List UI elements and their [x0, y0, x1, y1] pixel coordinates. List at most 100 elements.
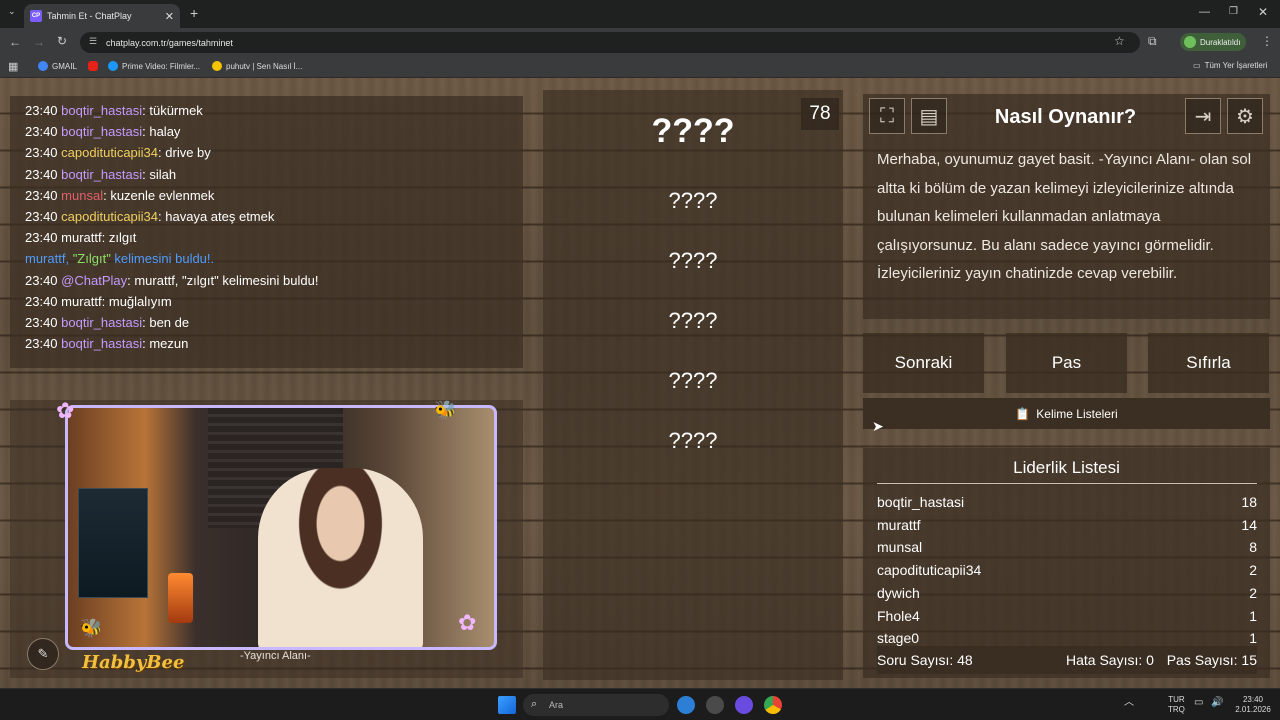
- profile-avatar-icon: [1184, 36, 1196, 48]
- chat-username[interactable]: @ChatPlay: [61, 273, 127, 288]
- question-count: Soru Sayısı: 48: [877, 652, 973, 668]
- forward-arrow-icon[interactable]: →: [33, 35, 45, 49]
- profile-button[interactable]: Duraklatıldı: [1180, 33, 1246, 51]
- all-bookmarks-folder[interactable]: ▭ Tüm Yer İşaretleri: [1193, 61, 1267, 70]
- app-icon[interactable]: [706, 696, 724, 714]
- logout-button[interactable]: ⇥: [1185, 98, 1221, 134]
- leaderboard-row: dywich 2: [877, 585, 1257, 601]
- chat-message: 23:40 murattf: muğlalıyım: [25, 291, 508, 312]
- reset-button[interactable]: Sıfırla: [1148, 333, 1269, 393]
- windows-start-icon[interactable]: [498, 696, 516, 714]
- game-page: 23:40 boqtir_hastasi: tükürmek 23:40 boqt…: [0, 78, 1280, 688]
- how-to-play-panel: ⛶ ▤ Nasıl Oynanır? ⇥ ⚙ Merhaba, oyunumuz…: [863, 94, 1270, 319]
- chat-message: 23:40 @ChatPlay: murattf, "zılgıt" kelim…: [25, 270, 508, 291]
- all-bookmarks-label: Tüm Yer İşaretleri: [1204, 61, 1268, 70]
- bookmark-youtube[interactable]: [88, 61, 98, 71]
- chat-username[interactable]: boqtir_hastasi: [61, 124, 142, 139]
- close-tab-icon[interactable]: ✕: [165, 10, 174, 23]
- chat-timestamp: 23:40: [25, 187, 58, 203]
- chat-username[interactable]: capodituticapii34: [61, 209, 158, 224]
- bookmark-puhutv[interactable]: puhutv | Sen Nasıl İ...: [212, 61, 302, 71]
- edit-pen-button[interactable]: ✎: [27, 638, 59, 670]
- chat-username[interactable]: murattf: [61, 294, 101, 309]
- new-tab-plus-icon[interactable]: +: [190, 5, 198, 21]
- next-button[interactable]: Sonraki: [863, 333, 984, 393]
- language-bottom: TRQ: [1168, 705, 1185, 714]
- chrome-icon[interactable]: [764, 696, 782, 714]
- chat-username[interactable]: boqtir_hastasi: [61, 167, 142, 182]
- webcam-pc-case: [78, 488, 148, 598]
- search-icon: ⌕: [531, 698, 538, 710]
- app-icon[interactable]: [677, 696, 695, 714]
- back-arrow-icon[interactable]: ←: [9, 35, 21, 49]
- chatplay-favicon: CP: [30, 10, 42, 22]
- volume-icon[interactable]: 🔊: [1211, 698, 1223, 708]
- app-icon[interactable]: [735, 696, 753, 714]
- site-info-icon[interactable]: ☰: [89, 36, 97, 47]
- tray-chevron-up-icon[interactable]: ︿: [1124, 698, 1134, 708]
- mouse-cursor-icon: ➤: [872, 418, 884, 434]
- system-prefix: murattf,: [25, 251, 73, 267]
- windows-taskbar: ⌕ Ara ︿ TUR TRQ ▭ 🔊 23:40 2.01.2026: [0, 688, 1280, 720]
- network-icon[interactable]: ▭: [1194, 698, 1203, 708]
- bookmark-prime-video[interactable]: Prime Video: Filmler...: [108, 61, 200, 71]
- webcam-streamer: [258, 468, 423, 647]
- settings-button[interactable]: ⚙: [1227, 98, 1263, 134]
- language-indicator[interactable]: TUR TRQ: [1168, 695, 1185, 715]
- reload-icon[interactable]: ↻: [57, 34, 67, 48]
- word-lists-button[interactable]: 📋 Kelime Listeleri: [863, 398, 1270, 429]
- chat-message: 23:40 boqtir_hastasi: silah: [25, 164, 508, 185]
- profile-status-label: Duraklatıldı: [1200, 37, 1241, 47]
- restore-icon[interactable]: ❐: [1229, 6, 1238, 17]
- tab-list-chevron-icon[interactable]: ⌄: [8, 6, 16, 17]
- extensions-puzzle-icon[interactable]: ⧉: [1148, 34, 1157, 49]
- chat-timestamp: 23:40: [25, 230, 58, 246]
- clock-date: 2.01.2026: [1235, 705, 1271, 714]
- menu-kebab-icon[interactable]: ⋮: [1261, 34, 1273, 48]
- browser-tab[interactable]: CP Tahmin Et - ChatPlay ✕: [24, 4, 180, 28]
- chat-username[interactable]: boqtir_hastasi: [61, 336, 142, 351]
- main-word: ????: [651, 112, 735, 150]
- chat-username[interactable]: munsal: [61, 188, 103, 203]
- forbidden-word: ????: [668, 308, 718, 333]
- player-score: 1: [1249, 630, 1257, 647]
- fullscreen-button[interactable]: ⛶: [869, 98, 905, 134]
- chat-message: 23:40 boqtir_hastasi: halay: [25, 121, 508, 142]
- search-placeholder: Ara: [549, 700, 564, 710]
- error-count: Hata Sayısı: 0: [1066, 652, 1154, 668]
- bookmark-label: GMAIL: [52, 61, 77, 71]
- bee-decoration-icon: 🐝: [80, 618, 103, 638]
- clock[interactable]: 23:40 2.01.2026: [1232, 695, 1274, 715]
- pass-button[interactable]: Pas: [1006, 333, 1127, 393]
- how-to-play-text: Merhaba, oyunumuz gayet basit. -Yayıncı …: [877, 151, 1252, 282]
- notes-button[interactable]: ▤: [911, 98, 947, 134]
- close-window-icon[interactable]: ✕: [1258, 5, 1268, 19]
- chat-username[interactable]: boqtir_hastasi: [61, 315, 142, 330]
- chat-username[interactable]: capodituticapii34: [61, 145, 158, 160]
- url-field[interactable]: ☰ chatplay.com.tr/games/tahminet: [80, 32, 1140, 53]
- streamer-logo: HabbyBee: [82, 652, 185, 673]
- notes-icon: ▤: [919, 105, 939, 128]
- system-suffix: kelimesini buldu!.: [110, 251, 215, 267]
- chat-text: : murattf, "zılgıt" kelimesini buldu!: [127, 272, 319, 288]
- taskbar-search[interactable]: ⌕ Ara: [523, 694, 669, 716]
- clock-time: 23:40: [1242, 695, 1264, 704]
- bookmark-star-icon[interactable]: ☆: [1114, 34, 1125, 48]
- chat-timestamp: 23:40: [25, 336, 58, 352]
- system-message: murattf, "Zılgıt" kelimesini buldu!.: [25, 248, 508, 269]
- apps-grid-icon[interactable]: ▦: [8, 60, 18, 73]
- logout-icon: ⇥: [1194, 105, 1212, 128]
- bookmark-gmail[interactable]: GMAIL: [38, 61, 77, 71]
- chat-text: : silah: [142, 166, 177, 182]
- chat-username[interactable]: murattf: [61, 230, 101, 245]
- minimize-icon[interactable]: —: [1199, 6, 1210, 18]
- prime-icon: [108, 61, 118, 71]
- found-word: "Zılgıt": [72, 251, 111, 267]
- chat-username[interactable]: boqtir_hastasi: [61, 103, 142, 118]
- player-score: 2: [1249, 584, 1257, 601]
- chat-message: 23:40 munsal: kuzenle evlenmek: [25, 185, 508, 206]
- chat-text: : halay: [142, 124, 181, 140]
- gear-icon: ⚙: [1236, 105, 1254, 128]
- leaderboard-row: murattf 14: [877, 517, 1257, 533]
- chat-message: 23:40 boqtir_hastasi: ben de: [25, 312, 508, 333]
